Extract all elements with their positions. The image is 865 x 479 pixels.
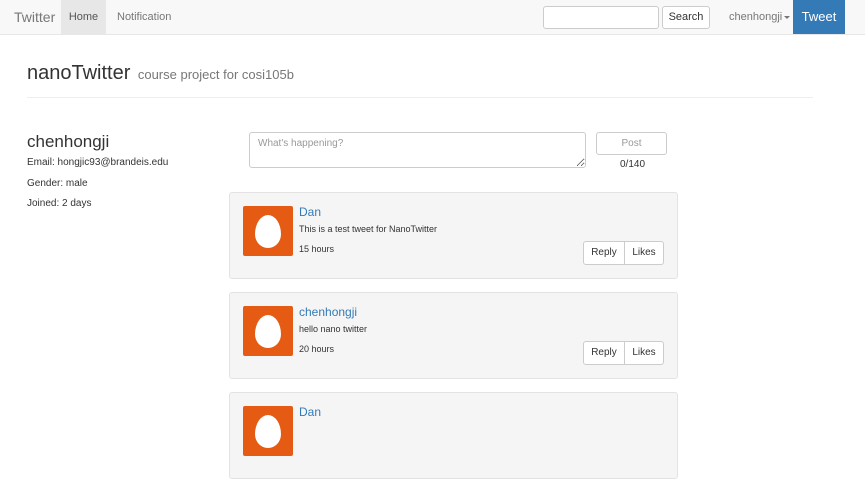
nav-notification[interactable]: Notification [117,0,171,34]
profile-name: chenhongji [27,132,110,151]
char-counter: 0/140 [620,159,646,170]
tweet-time: 15 hours [299,244,335,254]
tweet-time: 20 hours [299,344,335,354]
profile-email: Email: hongjic93@brandeis.edu [27,157,169,168]
profile-gender: Gender: male [27,178,88,189]
tweet-card: chenhongji hello nano twitter 20 hours R… [229,292,678,379]
search-button[interactable]: Search [662,6,710,29]
tweet-button[interactable]: Tweet [793,0,845,34]
egg-icon [255,315,281,348]
user-dropdown[interactable]: chenhongji [729,0,791,34]
tweet-text: This is a test tweet for NanoTwitter [299,224,438,234]
tweet-author[interactable]: Dan [299,205,321,219]
tweet-author[interactable]: Dan [299,405,321,419]
page-subtitle: course project for cosi105b [137,67,294,82]
avatar[interactable] [243,206,293,256]
tweet-author[interactable]: chenhongji [299,305,357,319]
page-header: nanoTwitter course project for cosi105b [27,62,813,98]
likes-button[interactable]: Likes [625,341,664,365]
tweet-card: Dan [229,392,678,479]
tweet-compose-input[interactable] [249,132,586,168]
tweet-card: Dan This is a test tweet for NanoTwitter… [229,192,678,279]
search-input[interactable] [543,6,659,29]
reply-button[interactable]: Reply [583,341,625,365]
caret-down-icon [784,15,791,19]
user-dropdown-label: chenhongji [729,11,783,23]
brand-link[interactable]: Twitter [14,9,55,25]
avatar[interactable] [243,406,293,456]
likes-button[interactable]: Likes [625,241,664,265]
egg-icon [255,215,281,248]
post-button[interactable]: Post [596,132,667,155]
tweet-text: hello nano twitter [299,324,368,334]
tweet-actions: Reply Likes [583,341,664,365]
profile-joined: Joined: 2 days [27,198,92,209]
nav-home[interactable]: Home [61,0,106,34]
navbar: Twitter Home Notification Search chenhon… [0,0,865,35]
avatar[interactable] [243,306,293,356]
egg-icon [255,415,281,448]
reply-button[interactable]: Reply [583,241,625,265]
page-title: nanoTwitter [27,62,131,84]
tweet-actions: Reply Likes [583,241,664,265]
